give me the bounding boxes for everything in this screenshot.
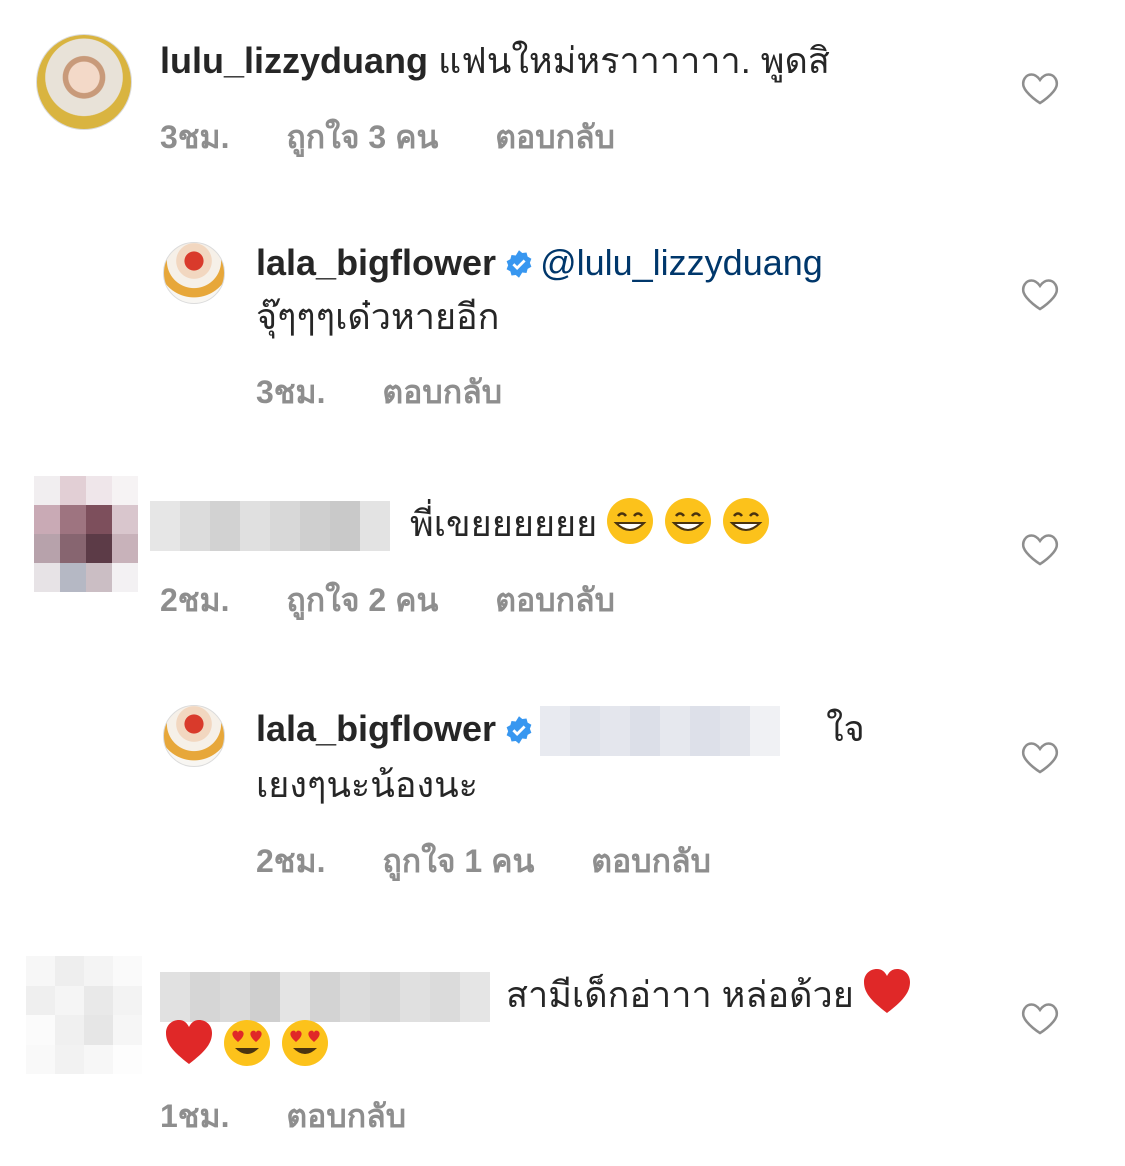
comment-meta: 2ชม. ถูกใจ 2 คน ตอบกลับ	[160, 575, 663, 626]
comment-text-line: lulu_lizzyduang แฟนใหม่หราาาาาา. พูดสิ	[160, 38, 830, 84]
timestamp: 1ชม.	[160, 1098, 230, 1134]
timestamp: 3ชม.	[256, 374, 326, 410]
comment-text: พี่เขยยยยยย	[410, 503, 598, 544]
grinning-emoji	[665, 498, 712, 544]
avatar[interactable]	[34, 476, 138, 592]
heart-eyes-emoji	[224, 1020, 270, 1066]
comment-text: เยงๆนะน้องนะ	[256, 764, 479, 805]
heart-outline-icon[interactable]	[1021, 739, 1059, 775]
timestamp: 3ชม.	[160, 119, 230, 155]
heart-eyes-emoji	[282, 1020, 328, 1066]
comment-text-line: lala_bigflower ใจ	[256, 706, 865, 757]
comment-text-line: พี่เขยยยยยย	[150, 496, 771, 552]
blurred-mention[interactable]	[540, 706, 781, 757]
emoji-line	[160, 1018, 330, 1072]
timestamp: 2ชม.	[160, 582, 230, 618]
comment-text: สามีเด็กอ่าาา หล่อด้วย	[506, 974, 854, 1015]
blurred-username[interactable]	[160, 972, 490, 1023]
verified-badge-icon	[506, 250, 532, 278]
reply-button[interactable]: ตอบกลับ	[495, 582, 615, 618]
comment-meta: 2ชม. ถูกใจ 1 คน ตอบกลับ	[256, 836, 759, 887]
blurred-username[interactable]	[150, 501, 390, 552]
heart-outline-icon[interactable]	[1021, 276, 1059, 312]
comment-text: ใจ	[826, 708, 865, 749]
grinning-emoji	[723, 498, 770, 544]
red-heart-emoji	[863, 969, 910, 1013]
likes-count[interactable]: ถูกใจ 2 คน	[286, 582, 438, 618]
username[interactable]: lala_bigflower	[256, 242, 496, 283]
comment-meta: 3ชม. ถูกใจ 3 คน ตอบกลับ	[160, 112, 663, 163]
heart-outline-icon[interactable]	[1021, 531, 1059, 567]
grinning-emoji	[607, 498, 654, 544]
comment-text: แฟนใหม่หราาาาาา. พูดสิ	[438, 40, 830, 81]
username[interactable]: lulu_lizzyduang	[160, 40, 428, 81]
reply-button[interactable]: ตอบกลับ	[382, 374, 502, 410]
comment-text: จุ๊ๆๆๆเด๋วหายอีก	[256, 296, 500, 337]
avatar[interactable]	[36, 34, 132, 130]
reply-button[interactable]: ตอบกลับ	[286, 1098, 406, 1134]
comment-text-line: สามีเด็กอ่าาา หล่อด้วย	[160, 967, 912, 1023]
username[interactable]: lala_bigflower	[256, 708, 496, 749]
red-heart-emoji	[166, 1020, 212, 1064]
avatar[interactable]	[26, 956, 142, 1074]
reply-button[interactable]: ตอบกลับ	[495, 119, 615, 155]
comment-text-line: lala_bigflower @lulu_lizzyduang	[256, 240, 823, 286]
mention-link[interactable]: @lulu_lizzyduang	[540, 242, 823, 283]
verified-badge-icon	[506, 716, 532, 744]
heart-outline-icon[interactable]	[1021, 70, 1059, 106]
reply-button[interactable]: ตอบกลับ	[591, 843, 711, 879]
likes-count[interactable]: ถูกใจ 3 คน	[286, 119, 438, 155]
likes-count[interactable]: ถูกใจ 1 คน	[382, 843, 534, 879]
avatar[interactable]	[163, 705, 225, 767]
avatar[interactable]	[163, 242, 225, 304]
comment-meta: 3ชม. ตอบกลับ	[256, 367, 550, 418]
heart-outline-icon[interactable]	[1021, 1000, 1059, 1036]
timestamp: 2ชม.	[256, 843, 326, 879]
comment-meta: 1ชม. ตอบกลับ	[160, 1091, 454, 1142]
